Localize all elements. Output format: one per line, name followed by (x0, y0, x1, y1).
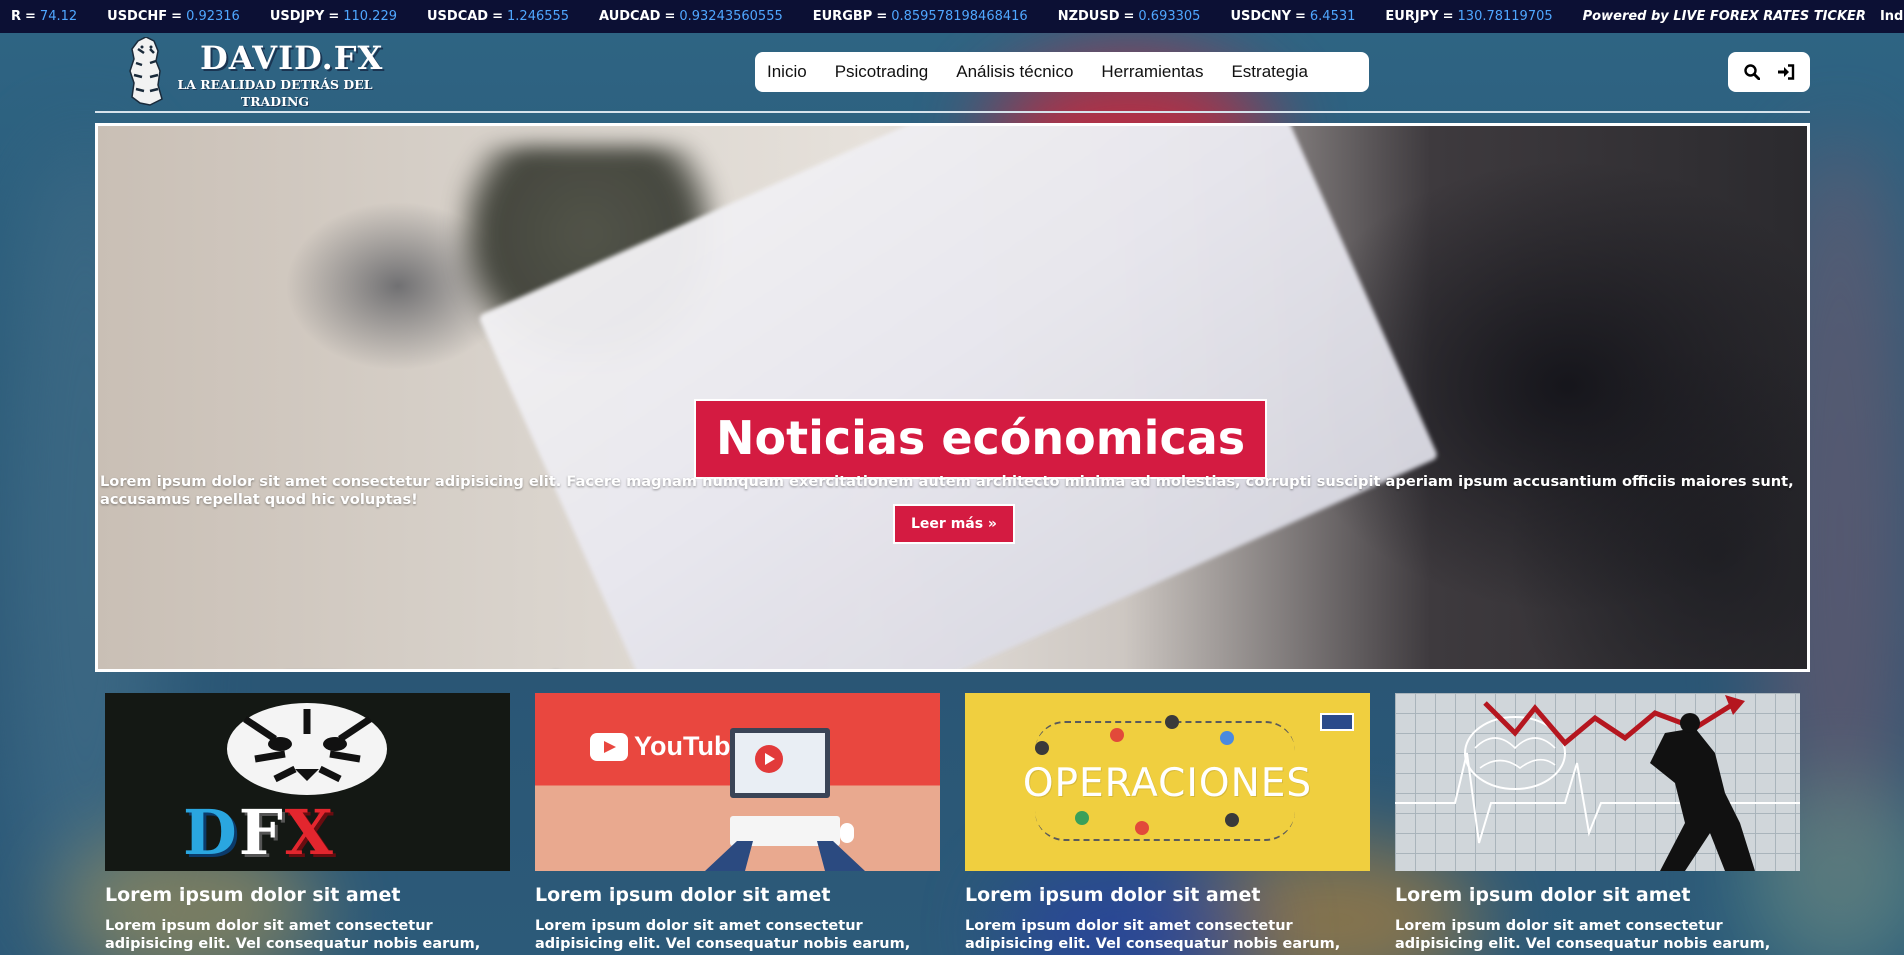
card-title[interactable]: Lorem ipsum dolor sit amet (105, 884, 510, 906)
ticker-item: USDJPY = 110.229 (269, 9, 397, 24)
ticker-powered-by-link[interactable]: Powered by LIVE FOREX RATES TICKER (1583, 0, 1866, 33)
card-image-youtube[interactable]: YouTube (535, 693, 940, 871)
article-card[interactable]: OPERACIONES Lorem ipsum dolor sit amet L… (965, 693, 1370, 955)
ticker-item: USDCNY = 6.4531 (1230, 9, 1356, 24)
card-image-operaciones[interactable]: OPERACIONES (965, 693, 1370, 871)
card-text: Lorem ipsum dolor sit amet consectetur a… (105, 918, 481, 955)
search-icon[interactable] (1742, 62, 1762, 82)
site-header: DAVID.FX LA REALIDAD DETRÁS DEL TRADING … (95, 33, 1810, 113)
card-image-dfx[interactable]: DFX (105, 693, 510, 871)
brain-chart-icon (1395, 695, 1800, 871)
sign-in-icon[interactable] (1776, 62, 1796, 82)
logo-subtitle: LA REALIDAD DETRÁS DEL TRADING (177, 77, 373, 109)
logo-title: DAVID.FX (200, 39, 384, 77)
badge-icon (1320, 713, 1354, 731)
card-text: Lorem ipsum dolor sit amet consectetur a… (965, 918, 1341, 955)
article-card[interactable]: Lorem ipsum dolor sit amet Lorem ipsum d… (1395, 693, 1800, 955)
nav-estrategia[interactable]: Estrategia (1231, 62, 1308, 82)
card-title[interactable]: Lorem ipsum dolor sit amet (535, 884, 940, 906)
article-card[interactable]: DFX Lorem ipsum dolor sit amet Lorem ips… (105, 693, 510, 955)
card-text: Lorem ipsum dolor sit amet consectetur a… (535, 918, 911, 955)
nav-psicotrading[interactable]: Psicotrading (835, 62, 929, 82)
dfx-logo-text: DFX (183, 796, 335, 869)
card-text: Lorem ipsum dolor sit amet consectetur a… (1395, 918, 1771, 955)
ticker-item: EURJPY = 130.78119705 (1385, 9, 1553, 24)
ticker-item: R = 74.12 (11, 9, 78, 24)
tiger-face-icon (227, 703, 387, 795)
ticker-item: EURGBP = 0.859578198468416 (812, 9, 1028, 24)
youtube-logo-icon: YouTube (590, 731, 745, 762)
operaciones-text: OPERACIONES (1022, 761, 1313, 806)
ticker-item: USDCAD = 1.246555 (427, 9, 570, 24)
article-card[interactable]: YouTube Lorem ipsum dolor sit amet Lorem… (535, 693, 940, 955)
forex-ticker: R = 74.12 USDCHF = 0.92316 USDJPY = 110.229 US… (0, 0, 1904, 33)
main-nav: Inicio Psicotrading Análisis técnico Her… (755, 52, 1369, 92)
ticker-item: NZDUSD = 0.693305 (1057, 9, 1201, 24)
nav-inicio[interactable]: Inicio (767, 62, 807, 82)
card-image-brain-chart[interactable] (1395, 693, 1800, 871)
hero-banner: Business Noticias ecónomicas Lorem ipsum… (95, 123, 1810, 672)
nav-analisis-tecnico[interactable]: Análisis técnico (956, 62, 1073, 82)
monitor-icon (730, 728, 830, 798)
read-more-button[interactable]: Leer más » (893, 504, 1015, 544)
card-title[interactable]: Lorem ipsum dolor sit amet (1395, 884, 1800, 906)
hero-title: Noticias ecónomicas (694, 399, 1268, 479)
card-title[interactable]: Lorem ipsum dolor sit amet (965, 884, 1370, 906)
ticker-trailing-text: Indicat (1879, 9, 1904, 24)
tiger-logo-icon (129, 37, 163, 106)
site-logo[interactable]: DAVID.FX LA REALIDAD DETRÁS DEL TRADING (120, 35, 384, 113)
header-tools (1728, 52, 1810, 92)
ticker-item: AUDCAD = 0.93243560555 (599, 9, 783, 24)
nav-herramientas[interactable]: Herramientas (1101, 62, 1203, 82)
ticker-item: USDCHF = 0.92316 (107, 9, 240, 24)
hero-background-image: Business (98, 126, 1807, 669)
